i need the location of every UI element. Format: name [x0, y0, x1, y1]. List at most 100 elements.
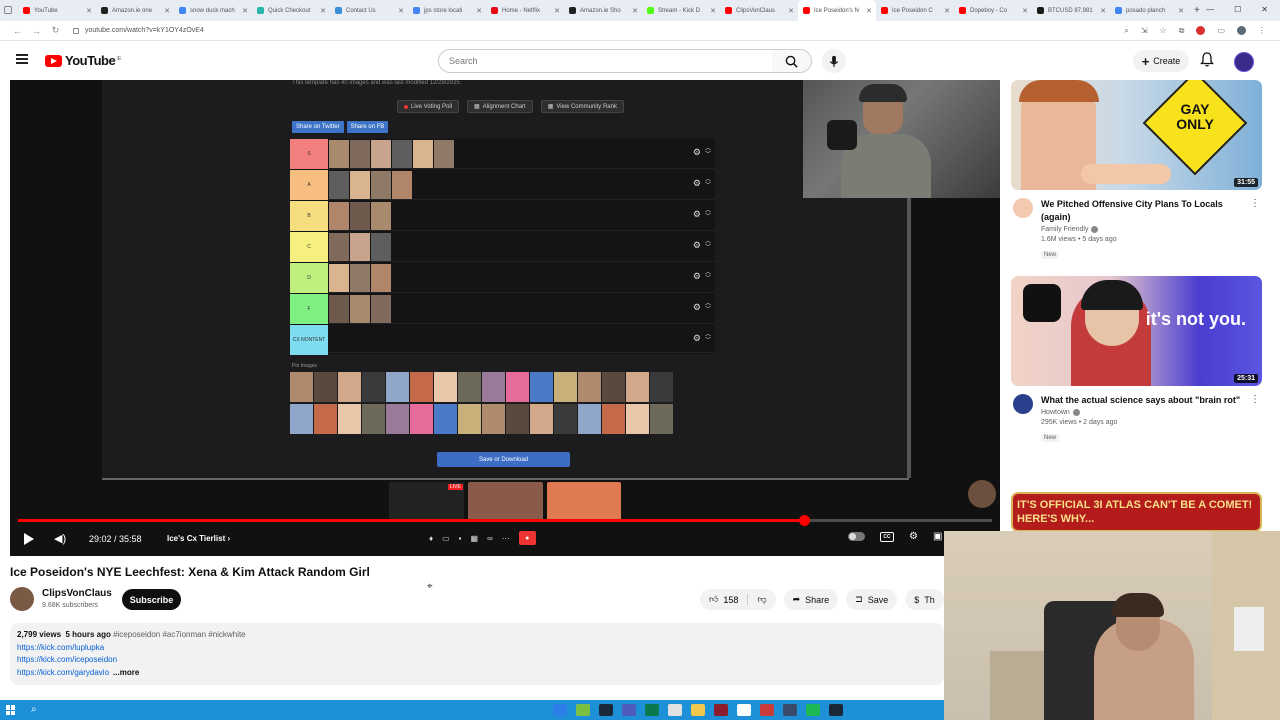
- channel-name[interactable]: Howtown: [1041, 409, 1262, 416]
- like-button[interactable]: 👍︎ 158: [700, 594, 749, 605]
- create-button[interactable]: + Create: [1133, 50, 1189, 72]
- close-window-button[interactable]: ✕: [1261, 5, 1268, 14]
- youtube-logo-text[interactable]: YouTube IE: [65, 53, 121, 68]
- more-options-icon[interactable]: ⋮: [1250, 198, 1260, 209]
- settings-gear-icon[interactable]: ⚙: [909, 531, 918, 542]
- notifications-button[interactable]: [1200, 52, 1214, 72]
- taskbar-app-icon[interactable]: [576, 704, 590, 716]
- install-icon[interactable]: ⇲: [1141, 26, 1148, 36]
- video-player[interactable]: This template has 40 images and was last…: [10, 80, 1000, 556]
- browser-tab[interactable]: snow duck mach ✕: [174, 0, 252, 21]
- reload-icon[interactable]: ↻: [46, 25, 65, 36]
- taskbar-app-icon[interactable]: [553, 704, 567, 716]
- chrome-icon[interactable]: [668, 704, 682, 716]
- profile-avatar[interactable]: [1237, 26, 1246, 35]
- taskbar-app-icon[interactable]: [783, 704, 797, 716]
- video-thumbnail[interactable]: it's not you. 25:31: [1011, 276, 1262, 386]
- channel-avatar[interactable]: [1013, 394, 1033, 414]
- browser-tab[interactable]: ClipsVonClaus ✕: [720, 0, 798, 21]
- description-link[interactable]: https://kick.com/garydavio: [17, 667, 109, 680]
- taskbar-app-icon[interactable]: [737, 704, 751, 716]
- tab-close-icon[interactable]: ✕: [476, 7, 482, 15]
- taskbar-app-icon[interactable]: [714, 704, 728, 716]
- play-icon[interactable]: [24, 533, 34, 545]
- video-title[interactable]: We Pitched Offensive City Plans To Local…: [1041, 198, 1251, 224]
- menu-kebab-icon[interactable]: ⋮: [1258, 26, 1266, 36]
- autoplay-toggle[interactable]: [848, 532, 865, 541]
- url-field[interactable]: youtube.com/watch?v=kY1OY4zOvE4: [73, 27, 204, 34]
- channel-avatar[interactable]: [10, 587, 34, 611]
- description-link[interactable]: https://kick.com/iceposeidon: [17, 654, 937, 667]
- voice-search-button[interactable]: [822, 49, 846, 73]
- maximize-button[interactable]: ☐: [1234, 5, 1241, 14]
- tab-close-icon[interactable]: ✕: [1022, 7, 1028, 15]
- recommended-video[interactable]: IT'S OFFICIAL 3I ATLAS CAN'T BE A COMET!…: [1011, 492, 1262, 532]
- tab-menu-icon[interactable]: [4, 6, 12, 14]
- steam-icon[interactable]: [829, 704, 843, 716]
- tab-close-icon[interactable]: ✕: [86, 7, 92, 15]
- browser-tab[interactable]: Ice Poseidon C ✕: [876, 0, 954, 21]
- spotify-icon[interactable]: [806, 704, 820, 716]
- channel-avatar[interactable]: [1013, 198, 1033, 218]
- description-link[interactable]: https://kick.com/luplupka: [17, 642, 937, 655]
- tab-close-icon[interactable]: ✕: [398, 7, 404, 15]
- hashtags[interactable]: #iceposeidon #ac7ionman #nickwhite: [113, 630, 246, 639]
- user-avatar[interactable]: [1234, 52, 1254, 72]
- tab-close-icon[interactable]: ✕: [866, 7, 872, 15]
- subscribe-button[interactable]: Subscribe: [122, 589, 181, 610]
- zoom-icon[interactable]: ⌕: [1124, 26, 1128, 36]
- channel-name[interactable]: Family Friendly: [1041, 226, 1262, 233]
- tab-close-icon[interactable]: ✕: [164, 7, 170, 15]
- browser-tab[interactable]: Dopeboy - Co ✕: [954, 0, 1032, 21]
- windows-start-icon[interactable]: [6, 705, 16, 715]
- channel-name[interactable]: ClipsVonClaus: [42, 588, 112, 599]
- steam-icon[interactable]: [599, 704, 613, 716]
- browser-tab[interactable]: jps store locati ✕: [408, 0, 486, 21]
- show-more-button[interactable]: ...more: [113, 667, 139, 680]
- browser-tab[interactable]: Amazon.ie Sho ✕: [564, 0, 642, 21]
- new-tab-button[interactable]: +: [1194, 5, 1200, 16]
- minimize-button[interactable]: —: [1206, 5, 1214, 14]
- browser-tab[interactable]: Quick Checkout ✕: [252, 0, 330, 21]
- tab-close-icon[interactable]: ✕: [1100, 7, 1106, 15]
- youtube-logo-icon[interactable]: [45, 55, 62, 67]
- sidebar-icon[interactable]: ▭: [1217, 26, 1225, 36]
- back-icon[interactable]: ←: [8, 26, 27, 36]
- tab-close-icon[interactable]: ✕: [944, 7, 950, 15]
- taskbar-app-icon[interactable]: [760, 704, 774, 716]
- progress-bar[interactable]: [18, 515, 992, 526]
- save-button[interactable]: ⊐ Save: [846, 589, 898, 610]
- browser-tab[interactable]: Contact Us ✕: [330, 0, 408, 21]
- browser-tab[interactable]: Ice Poseidon's N ✕: [798, 0, 876, 21]
- tab-close-icon[interactable]: ✕: [554, 7, 560, 15]
- browser-tab[interactable]: Home - Netflix ✕: [486, 0, 564, 21]
- volume-icon[interactable]: ◀): [54, 532, 66, 545]
- browser-tab[interactable]: Amazon.ie one ✕: [96, 0, 174, 21]
- miniplayer-icon[interactable]: ▣: [933, 531, 942, 542]
- bookmark-star-icon[interactable]: ☆: [1160, 26, 1167, 36]
- site-info-icon[interactable]: [73, 27, 79, 34]
- progress-scrubber[interactable]: [799, 515, 811, 526]
- browser-tab[interactable]: posado planch ✕: [1110, 0, 1188, 21]
- video-thumbnail[interactable]: GAY ONLY 31:55: [1011, 80, 1262, 190]
- tab-close-icon[interactable]: ✕: [320, 7, 326, 15]
- forward-icon[interactable]: →: [27, 26, 46, 36]
- dislike-button[interactable]: 👎︎: [748, 594, 775, 605]
- thanks-button[interactable]: $ Th: [905, 589, 944, 610]
- tab-close-icon[interactable]: ✕: [788, 7, 794, 15]
- share-button[interactable]: ➦ Share: [783, 589, 839, 610]
- tab-close-icon[interactable]: ✕: [242, 7, 248, 15]
- tab-close-icon[interactable]: ✕: [632, 7, 638, 15]
- search-input[interactable]: Search: [438, 49, 773, 73]
- browser-tab[interactable]: Stream - Kick D ✕: [642, 0, 720, 21]
- browser-tab[interactable]: BTCUSD 87,981 ✕: [1032, 0, 1110, 21]
- chapter-title[interactable]: Ice's Cx Tierlist ›: [167, 534, 230, 543]
- recommended-video[interactable]: GAY ONLY 31:55 We Pitched Offensive City…: [1011, 80, 1262, 261]
- video-title[interactable]: What the actual science says about "brai…: [1041, 394, 1251, 407]
- browser-tab[interactable]: YouTube ✕: [18, 0, 96, 21]
- search-button[interactable]: [772, 49, 812, 73]
- taskbar-app-icon[interactable]: [645, 704, 659, 716]
- hamburger-menu-icon[interactable]: [16, 54, 28, 64]
- extensions-icon[interactable]: ⧉: [1179, 26, 1185, 36]
- recommended-video[interactable]: it's not you. 25:31 What the actual scie…: [1011, 276, 1262, 444]
